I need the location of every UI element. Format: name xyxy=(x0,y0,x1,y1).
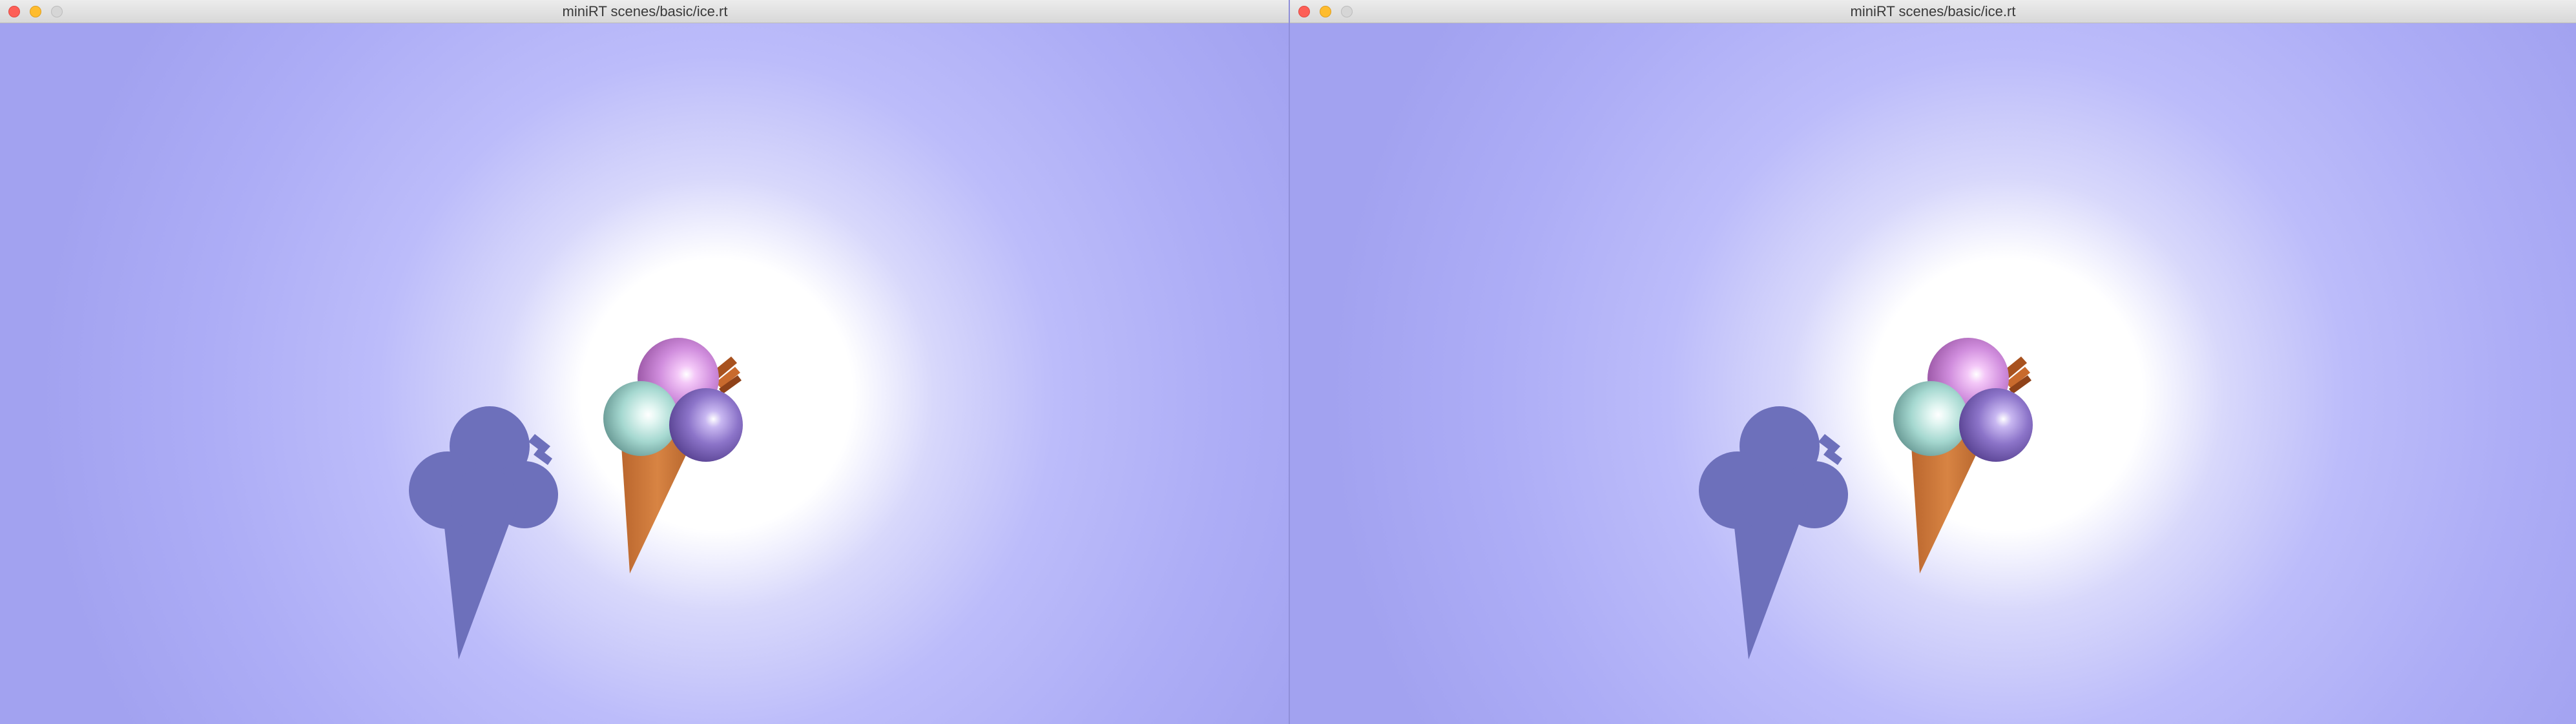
purple-scoop xyxy=(669,388,743,462)
window-title: miniRT scenes/basic/ice.rt xyxy=(562,3,728,19)
render-canvas xyxy=(0,23,1290,724)
mint-scoop xyxy=(1893,381,1968,456)
purple-scoop xyxy=(1959,388,2033,462)
minirt-window-right[interactable]: miniRT scenes/basic/ice.rt xyxy=(1290,0,2576,724)
window-title: miniRT scenes/basic/ice.rt xyxy=(1850,3,2016,19)
title-bar[interactable]: miniRT scenes/basic/ice.rt xyxy=(1290,0,2576,23)
minirt-window-left[interactable]: miniRT scenes/basic/ice.rt xyxy=(0,0,1290,724)
raytraced-scene xyxy=(0,23,1290,724)
mint-scoop xyxy=(603,381,678,456)
render-canvas xyxy=(1290,23,2576,724)
desktop: miniRT scenes/basic/ice.rt miniRT scenes… xyxy=(0,0,2576,724)
title-bar[interactable]: miniRT scenes/basic/ice.rt xyxy=(0,0,1290,23)
raytraced-scene xyxy=(1290,23,2576,724)
